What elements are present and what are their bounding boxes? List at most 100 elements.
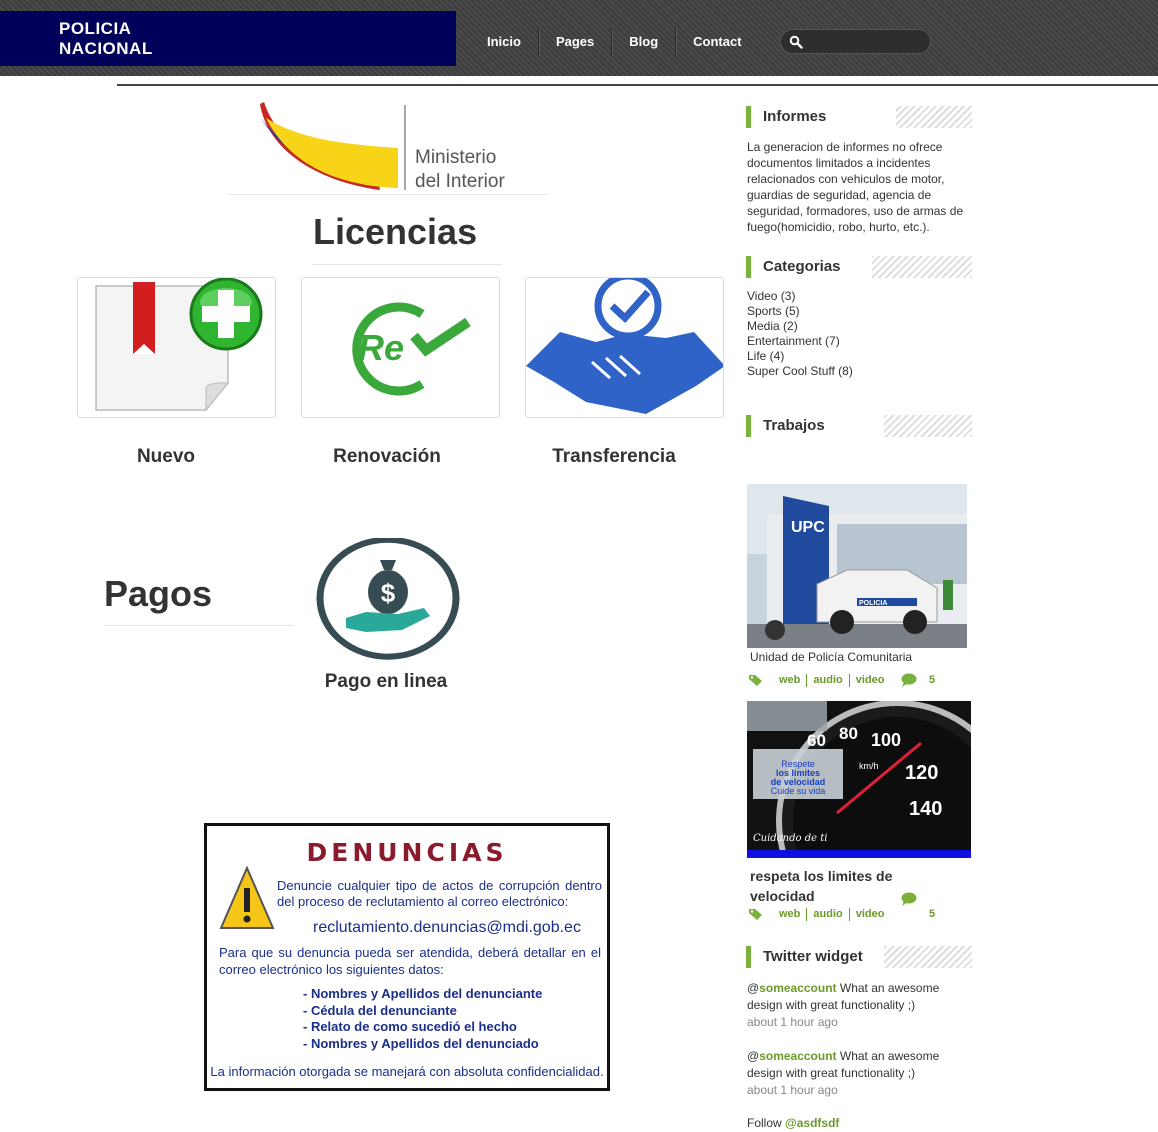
denuncias-paragraph-2: Para que su denuncia pueda ser atendida,… bbox=[219, 945, 601, 977]
licencia-transferencia-tile[interactable] bbox=[525, 277, 724, 418]
add-document-icon bbox=[95, 278, 263, 412]
follow-prefix: Follow bbox=[747, 1116, 786, 1130]
tag-icon bbox=[749, 909, 762, 920]
categorias-list: Video (3) Sports (5) Media (2) Entertain… bbox=[747, 289, 853, 379]
denuncias-banner: DENUNCIAS Denuncie cualquier tipo de act… bbox=[204, 823, 610, 1091]
informes-text: La generacion de informes no ofrece docu… bbox=[747, 140, 964, 234]
police-station-photo: UPC POLICIA bbox=[747, 484, 967, 648]
comment-icon bbox=[901, 673, 917, 687]
category-link[interactable]: Media (2) bbox=[747, 319, 853, 334]
category-link[interactable]: Sports (5) bbox=[747, 304, 853, 319]
category-link[interactable]: Super Cool Stuff (8) bbox=[747, 364, 853, 379]
informes-title: Informes bbox=[763, 108, 827, 125]
image-caption: Cuidando de ti bbox=[753, 833, 827, 844]
tweet-time[interactable]: about 1 hour ago bbox=[747, 1014, 967, 1031]
car-text: POLICIA bbox=[859, 600, 887, 607]
logo-underline bbox=[228, 194, 548, 195]
work-thumbnail-upc[interactable]: UPC POLICIA bbox=[747, 484, 967, 648]
denuncias-list-item: - Nombres y Apellidos del denunciado bbox=[303, 1035, 539, 1051]
tweet-at: @ bbox=[747, 981, 760, 995]
main-nav: Inicio Pages Blog Contact bbox=[470, 28, 759, 56]
speed-tick: 120 bbox=[905, 762, 938, 784]
tweet-time[interactable]: about 1 hour ago bbox=[747, 1082, 967, 1099]
comment-count[interactable]: 5 bbox=[929, 674, 935, 686]
licencias-title: Licencias bbox=[313, 211, 478, 252]
tag-link[interactable]: video bbox=[848, 674, 891, 687]
licencia-renovacion-label[interactable]: Renovación bbox=[277, 446, 497, 468]
denuncias-list-item: - Nombres y Apellidos del denunciante bbox=[303, 986, 543, 1001]
denuncias-email[interactable]: reclutamiento.denuncias@mdi.gob.ec bbox=[313, 919, 581, 937]
speed-tick: 100 bbox=[871, 730, 901, 750]
logo-line-1: Ministerio bbox=[415, 147, 496, 168]
search-input[interactable] bbox=[807, 33, 925, 51]
licencia-nuevo-tile[interactable] bbox=[77, 277, 276, 418]
trabajos-widget-header: Trabajos bbox=[746, 415, 972, 437]
pago-en-linea-label[interactable]: Pago en linea bbox=[286, 671, 486, 693]
licencias-underline bbox=[312, 264, 502, 265]
tag-link[interactable]: audio bbox=[806, 674, 848, 687]
follow-handle-link[interactable]: @asdfsdf bbox=[785, 1116, 839, 1130]
widget-hatch bbox=[872, 256, 972, 278]
licencia-transferencia-label[interactable]: Transferencia bbox=[504, 446, 724, 468]
nav-inicio[interactable]: Inicio bbox=[470, 28, 539, 56]
widget-accent-bar bbox=[746, 256, 751, 278]
categorias-widget-header: Categorias bbox=[746, 256, 972, 278]
tweet: @someaccount What an awesome design with… bbox=[747, 1048, 967, 1099]
tag-link[interactable]: web bbox=[779, 908, 806, 921]
nav-contact[interactable]: Contact bbox=[676, 28, 758, 56]
work-title-upc[interactable]: Unidad de Policía Comunitaria bbox=[750, 650, 912, 664]
denuncias-paragraph-1: Denuncie cualquier tipo de actos de corr… bbox=[277, 878, 602, 909]
search-icon[interactable] bbox=[789, 35, 803, 49]
svg-text:Re: Re bbox=[358, 327, 404, 368]
speed-tick: 60 bbox=[807, 731, 826, 750]
image-text: Cuide su vida bbox=[771, 786, 826, 796]
top-bar: POLICIA NACIONAL Inicio Pages Blog Conta… bbox=[0, 0, 1158, 76]
comment-icon bbox=[901, 892, 917, 906]
widget-hatch bbox=[884, 946, 972, 968]
denuncias-list-item: - Cédula del denunciante bbox=[303, 1002, 457, 1018]
brand-line-2: NACIONAL bbox=[59, 39, 153, 58]
denuncias-list: - Nombres y Apellidos del denunciante - … bbox=[303, 986, 542, 1052]
svg-text:$: $ bbox=[381, 578, 396, 608]
licencia-renovacion-tile[interactable]: Re bbox=[301, 277, 500, 418]
tweet-handle-link[interactable]: someaccount bbox=[759, 1049, 836, 1063]
search-box[interactable] bbox=[780, 29, 931, 54]
renew-icon: Re bbox=[352, 302, 471, 396]
licencia-nuevo-label[interactable]: Nuevo bbox=[56, 446, 276, 468]
tag-link[interactable]: video bbox=[848, 908, 891, 921]
denuncias-footer: La información otorgada se manejará con … bbox=[210, 1064, 604, 1079]
upc-sign: UPC bbox=[791, 519, 825, 536]
comment-count[interactable]: 5 bbox=[929, 908, 935, 920]
category-link[interactable]: Life (4) bbox=[747, 349, 853, 364]
handshake-icon bbox=[526, 278, 723, 414]
tweet-handle-link[interactable]: someaccount bbox=[759, 981, 836, 995]
widget-hatch bbox=[884, 415, 972, 437]
tag-link[interactable]: audio bbox=[806, 908, 848, 921]
category-link[interactable]: Video (3) bbox=[747, 289, 853, 304]
logo-line-2: del Interior bbox=[415, 171, 505, 192]
twitter-follow: Follow @asdfsdf bbox=[747, 1116, 839, 1130]
trabajos-title: Trabajos bbox=[763, 417, 825, 434]
speed-unit: km/h bbox=[859, 761, 879, 771]
categorias-title: Categorias bbox=[763, 258, 841, 275]
brand-line-1: POLICIA bbox=[59, 19, 132, 38]
widget-accent-bar bbox=[746, 946, 751, 968]
work-title-velocidad[interactable]: respeta los limites de velocidad bbox=[750, 866, 920, 906]
nav-pages[interactable]: Pages bbox=[539, 28, 613, 56]
speedometer-photo: 60 80 100 120 140 km/h Respete los límit… bbox=[747, 701, 971, 858]
category-link[interactable]: Entertainment (7) bbox=[747, 334, 853, 349]
denuncias-list-item: - Relato de como sucedió el hecho bbox=[303, 1019, 517, 1034]
tag-link[interactable]: web bbox=[779, 674, 806, 687]
ministerio-logo: Ministerio del Interior bbox=[256, 102, 505, 192]
money-bag-hand-icon[interactable]: $ bbox=[306, 538, 470, 662]
tag-list: web audio video bbox=[779, 908, 890, 921]
speed-tick: 80 bbox=[839, 724, 858, 743]
work-thumbnail-velocidad[interactable]: 60 80 100 120 140 km/h Respete los límit… bbox=[747, 701, 971, 858]
widget-accent-bar bbox=[746, 415, 751, 437]
informes-widget-header: Informes bbox=[746, 106, 972, 128]
brand-logo[interactable]: POLICIA NACIONAL bbox=[0, 11, 456, 66]
header-divider bbox=[117, 84, 1158, 86]
speed-tick: 140 bbox=[909, 798, 942, 820]
twitter-widget-header: Twitter widget bbox=[746, 946, 972, 968]
nav-blog[interactable]: Blog bbox=[612, 28, 677, 56]
